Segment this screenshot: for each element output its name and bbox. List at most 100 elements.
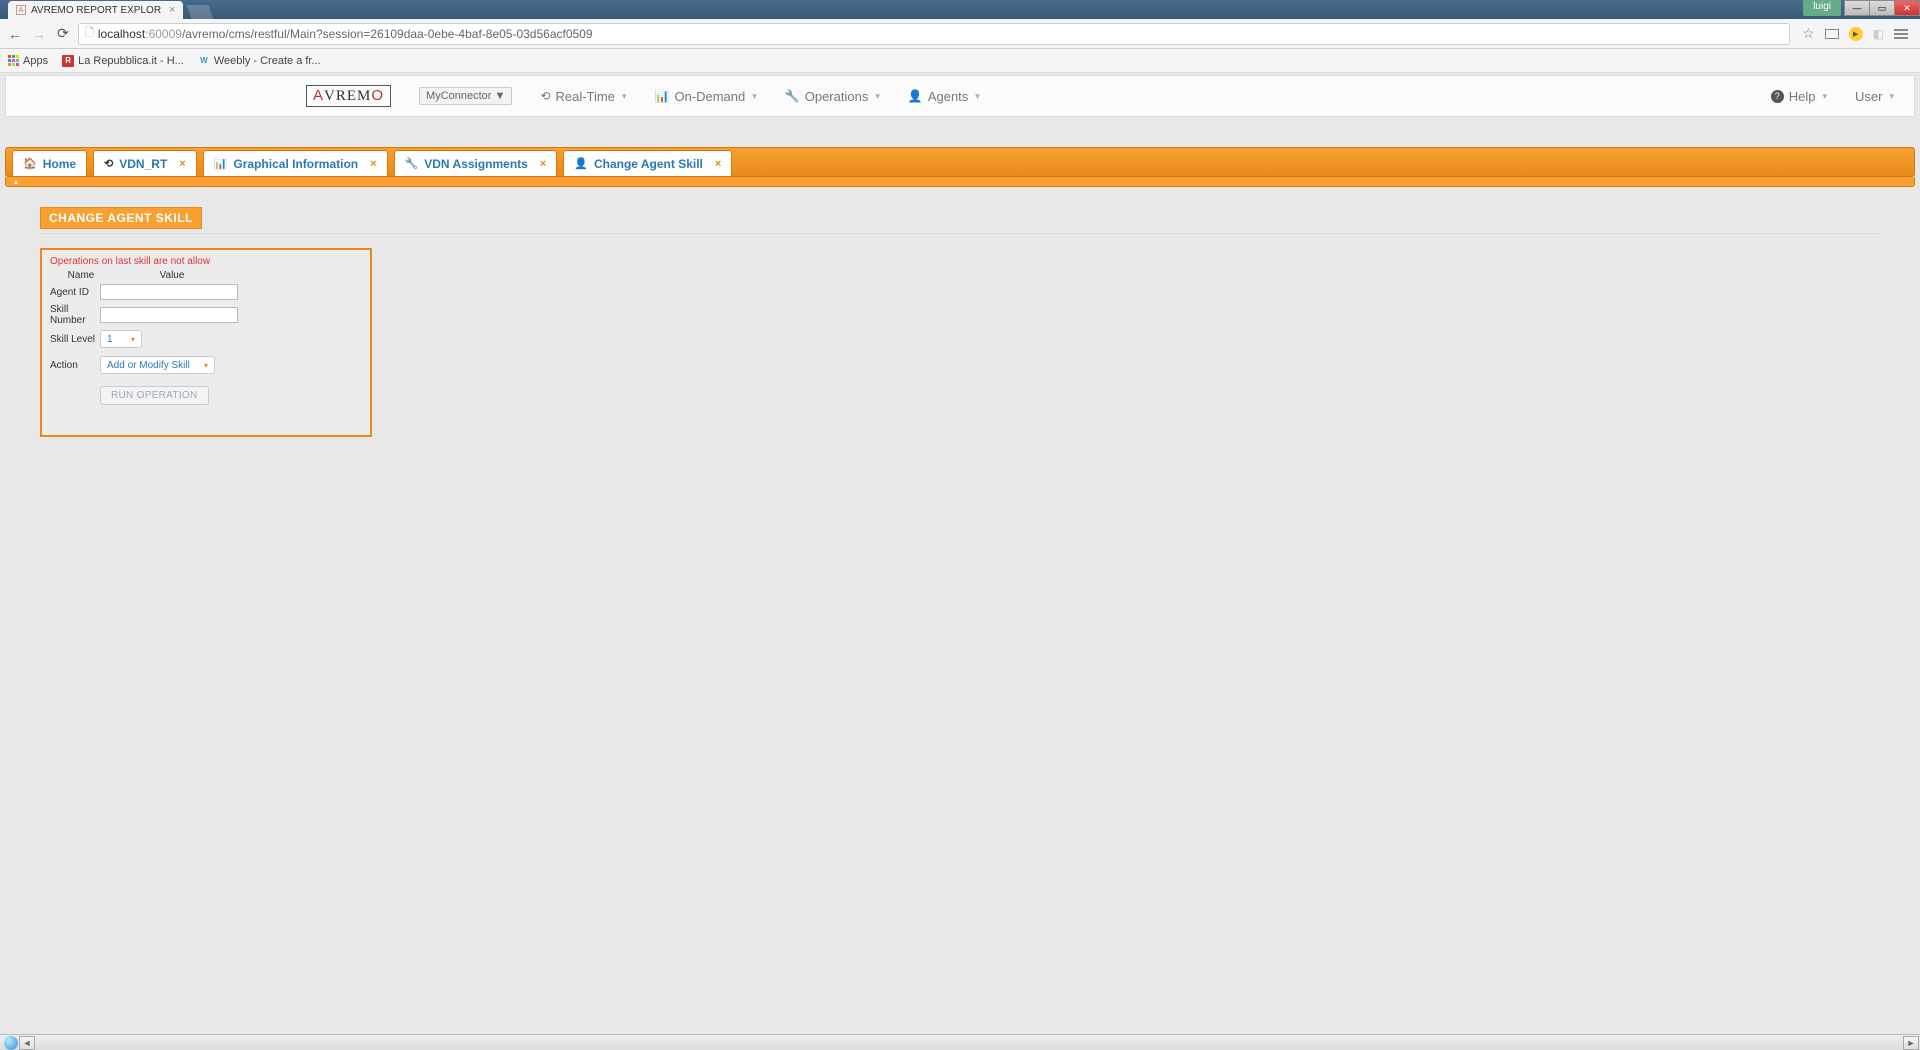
bookmark-weebly[interactable]: W Weebly - Create a fr... bbox=[198, 55, 321, 67]
address-bar[interactable]: 🗋 localhost:60009/avremo/cms/restful/Mai… bbox=[78, 23, 1790, 45]
tab-home-label: Home bbox=[43, 157, 76, 171]
wrench-icon: 🔧 bbox=[405, 157, 419, 170]
weebly-favicon-icon: W bbox=[198, 55, 210, 67]
skill-number-input[interactable] bbox=[100, 307, 238, 323]
url-port: :60009 bbox=[145, 27, 182, 41]
refresh-icon: ⟲ bbox=[104, 157, 113, 170]
window-user-badge[interactable]: luigi bbox=[1803, 0, 1841, 16]
caret-down-icon: ▾ bbox=[622, 91, 627, 102]
caret-down-icon: ▾ bbox=[204, 361, 208, 370]
column-headers: Name Value bbox=[50, 270, 362, 281]
forward-button[interactable]: → bbox=[30, 25, 48, 43]
user-icon: 👤 bbox=[908, 89, 923, 103]
repubblica-favicon-icon: R bbox=[62, 55, 74, 67]
device-icon[interactable] bbox=[1825, 29, 1839, 39]
tab-graphical-info-label: Graphical Information bbox=[233, 157, 358, 171]
reload-button[interactable]: ⟳ bbox=[54, 25, 72, 43]
user-icon: 👤 bbox=[574, 157, 588, 170]
caret-down-icon: ▾ bbox=[752, 91, 757, 102]
agent-id-label: Agent ID bbox=[50, 287, 100, 298]
extension2-icon[interactable]: ◧ bbox=[1873, 27, 1884, 41]
skill-number-label: Skill Number bbox=[50, 304, 100, 326]
tab-close-icon[interactable]: × bbox=[169, 4, 175, 16]
nav-realtime[interactable]: ⟲ Real-Time ▾ bbox=[540, 89, 626, 104]
tab-vdn-rt[interactable]: ⟲ VDN_RT × bbox=[93, 150, 197, 176]
collapse-up-icon: ▴ bbox=[14, 177, 18, 186]
nav-ondemand-label: On-Demand bbox=[674, 89, 745, 104]
nav-operations-label: Operations bbox=[805, 89, 869, 104]
action-label: Action bbox=[50, 360, 100, 371]
tab-favicon-icon: A bbox=[16, 5, 26, 15]
action-select[interactable]: Add or Modify Skill ▾ bbox=[100, 356, 215, 374]
start-orb-icon[interactable] bbox=[4, 1036, 18, 1050]
page-icon: 🗋 bbox=[85, 24, 94, 43]
url-host: localhost bbox=[98, 27, 145, 41]
tab-change-agent-skill[interactable]: 👤 Change Agent Skill × bbox=[563, 150, 732, 176]
apps-label: Apps bbox=[23, 55, 48, 67]
tab-strip-container: 🏠 Home ⟲ VDN_RT × 📊 Graphical Informatio… bbox=[5, 147, 1915, 187]
home-icon: 🏠 bbox=[23, 157, 37, 170]
bookmark-repubblica-label: La Repubblica.it - H... bbox=[78, 55, 184, 67]
apps-button[interactable]: Apps bbox=[8, 55, 48, 67]
apps-grid-icon bbox=[8, 55, 19, 66]
window-minimize-button[interactable]: — bbox=[1844, 0, 1870, 16]
row-skill-number: Skill Number bbox=[50, 304, 362, 326]
browser-tab[interactable]: A AVREMO REPORT EXPLOR × bbox=[8, 1, 183, 19]
help-icon: ? bbox=[1771, 90, 1784, 103]
nav-operations[interactable]: 🔧 Operations ▾ bbox=[785, 89, 880, 104]
chrome-titlebar: A AVREMO REPORT EXPLOR × luigi — ▭ ✕ bbox=[0, 0, 1920, 19]
scroll-right-button[interactable]: ► bbox=[1903, 1036, 1919, 1050]
page-content: CHANGE AGENT SKILL Operations on last sk… bbox=[40, 207, 1880, 437]
tab-strip-collapse[interactable]: ▴ bbox=[5, 177, 1915, 187]
tab-change-agent-skill-label: Change Agent Skill bbox=[594, 157, 703, 171]
warning-text: Operations on last skill are not allow bbox=[50, 256, 362, 267]
skill-level-select[interactable]: 1 ▾ bbox=[100, 330, 142, 348]
chrome-toolbar: ← → ⟳ 🗋 localhost:60009/avremo/cms/restf… bbox=[0, 19, 1920, 49]
tab-close-icon[interactable]: × bbox=[370, 158, 376, 170]
chart-icon: 📊 bbox=[654, 89, 669, 103]
run-operation-button[interactable]: RUN OPERATION bbox=[100, 386, 209, 405]
tab-close-icon[interactable]: × bbox=[179, 158, 185, 170]
window-controls: luigi — ▭ ✕ bbox=[1803, 0, 1920, 16]
extension-icon[interactable]: ▶ bbox=[1849, 27, 1863, 41]
page-title: CHANGE AGENT SKILL bbox=[40, 207, 202, 229]
connector-select[interactable]: MyConnector ▼ bbox=[419, 87, 512, 105]
chrome-menu-button[interactable] bbox=[1894, 29, 1908, 39]
nav-realtime-label: Real-Time bbox=[555, 89, 614, 104]
wrench-icon: 🔧 bbox=[785, 89, 800, 103]
agent-id-input[interactable] bbox=[100, 284, 238, 300]
nav-user[interactable]: User ▾ bbox=[1855, 89, 1894, 104]
tab-close-icon[interactable]: × bbox=[540, 158, 546, 170]
caret-down-icon: ▾ bbox=[875, 91, 880, 102]
nav-help-label: Help bbox=[1789, 89, 1816, 104]
new-tab-button[interactable] bbox=[187, 5, 214, 19]
caret-down-icon: ▾ bbox=[131, 335, 135, 344]
nav-user-label: User bbox=[1855, 89, 1882, 104]
nav-help[interactable]: ? Help ▾ bbox=[1771, 89, 1827, 104]
tab-home[interactable]: 🏠 Home bbox=[12, 150, 87, 176]
caret-down-icon: ▾ bbox=[975, 91, 980, 102]
refresh-icon: ⟲ bbox=[540, 89, 550, 103]
bookmark-star-icon[interactable]: ☆ bbox=[1802, 25, 1815, 42]
tab-graphical-info[interactable]: 📊 Graphical Information × bbox=[203, 150, 388, 176]
skill-level-value: 1 bbox=[107, 334, 113, 345]
window-close-button[interactable]: ✕ bbox=[1894, 0, 1920, 16]
back-button[interactable]: ← bbox=[6, 25, 24, 43]
col-header-name: Name bbox=[50, 270, 112, 281]
row-action: Action Add or Modify Skill ▾ bbox=[50, 356, 362, 374]
tab-close-icon[interactable]: × bbox=[715, 158, 721, 170]
url-path: /avremo/cms/restful/Main?session=26109da… bbox=[182, 27, 593, 41]
nav-ondemand[interactable]: 📊 On-Demand ▾ bbox=[654, 89, 756, 104]
tab-vdn-assignments[interactable]: 🔧 VDN Assignments × bbox=[394, 150, 558, 176]
tab-strip: 🏠 Home ⟲ VDN_RT × 📊 Graphical Informatio… bbox=[5, 147, 1915, 177]
horizontal-scrollbar[interactable]: ◄ ► bbox=[0, 1034, 1920, 1050]
form-panel: Operations on last skill are not allow N… bbox=[40, 248, 372, 437]
window-maximize-button[interactable]: ▭ bbox=[1869, 0, 1895, 16]
skill-level-label: Skill Level bbox=[50, 334, 100, 345]
bookmark-weebly-label: Weebly - Create a fr... bbox=[214, 55, 321, 67]
nav-agents[interactable]: 👤 Agents ▾ bbox=[908, 89, 980, 104]
bookmarks-bar: Apps R La Repubblica.it - H... W Weebly … bbox=[0, 49, 1920, 73]
bookmark-repubblica[interactable]: R La Repubblica.it - H... bbox=[62, 55, 184, 67]
col-header-value: Value bbox=[112, 270, 232, 281]
scroll-left-button[interactable]: ◄ bbox=[19, 1036, 35, 1050]
